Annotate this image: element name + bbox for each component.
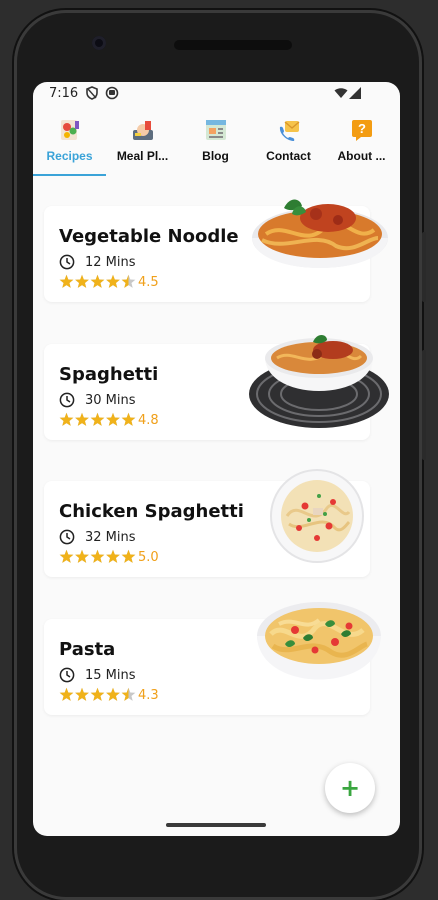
tab-about[interactable]: ? About ...	[325, 112, 398, 174]
volume-button	[422, 350, 426, 460]
recipe-title: Pasta	[59, 639, 116, 660]
recipe-time-text: 32 Mins	[85, 530, 136, 545]
star-filled-icon	[75, 412, 89, 426]
star-filled-icon	[106, 274, 120, 288]
top-tab-bar: Recipes Meal Pl... Blog Contact ? About …	[33, 112, 400, 174]
tab-contact-label: Contact	[266, 149, 311, 163]
recipe-time-text: 15 Mins	[85, 668, 136, 683]
meal-plan-icon	[131, 118, 155, 142]
star-rating	[59, 549, 136, 563]
star-filled-icon	[106, 687, 120, 701]
star-rating	[59, 274, 136, 288]
star-filled-icon	[90, 412, 105, 426]
clock-icon	[59, 529, 75, 545]
pasta-image	[257, 602, 381, 680]
tab-blog[interactable]: Blog	[179, 112, 252, 174]
tab-blog-label: Blog	[202, 149, 229, 163]
star-filled-icon	[90, 274, 105, 288]
star-filled-icon	[106, 412, 120, 426]
contact-icon	[277, 118, 301, 142]
earpiece-speaker	[174, 40, 292, 50]
vegetable-noodle-image	[252, 199, 388, 268]
star-filled-icon	[59, 412, 74, 426]
tab-recipes[interactable]: Recipes	[33, 112, 106, 174]
recipes-icon	[58, 118, 82, 142]
star-filled-icon	[121, 412, 136, 426]
rating-value: 5.0	[138, 550, 159, 565]
power-button	[422, 232, 426, 302]
add-recipe-fab[interactable]: +	[325, 763, 375, 813]
rating-value: 4.8	[138, 413, 159, 428]
recipe-title: Vegetable Noodle	[59, 226, 239, 247]
star-rating	[59, 412, 136, 426]
star-filled-icon	[90, 549, 105, 563]
star-filled-icon	[106, 549, 120, 563]
shield-icon	[86, 86, 98, 100]
rating-value: 4.5	[138, 275, 159, 290]
tab-recipes-label: Recipes	[46, 149, 93, 163]
status-time: 7:16	[49, 86, 79, 101]
recipe-title: Spaghetti	[59, 364, 159, 385]
rating-value: 4.3	[138, 688, 159, 703]
star-filled-icon	[75, 687, 89, 701]
star-filled-icon	[59, 687, 74, 701]
star-filled-icon	[75, 549, 89, 563]
star-rating	[59, 687, 136, 701]
active-tab-indicator	[33, 174, 106, 176]
recipe-time-text: 30 Mins	[85, 393, 136, 408]
about-icon: ?	[350, 118, 374, 142]
star-filled-icon	[59, 549, 74, 563]
tab-meal-plan-label: Meal Pl...	[116, 149, 169, 163]
sync-icon	[105, 86, 119, 100]
star-filled-icon	[75, 274, 89, 288]
spaghetti-image	[249, 335, 389, 428]
signal-icon	[349, 87, 361, 99]
clock-icon	[59, 392, 75, 408]
chicken-spaghetti-image	[270, 469, 364, 563]
tab-meal-plan[interactable]: Meal Pl...	[106, 112, 179, 174]
clock-icon	[59, 667, 75, 683]
clock-icon	[59, 254, 75, 270]
star-filled-icon	[121, 549, 136, 563]
blog-icon	[204, 118, 228, 142]
recipe-title: Chicken Spaghetti	[59, 501, 244, 522]
tab-about-label: About ...	[337, 149, 386, 163]
recipe-time-text: 12 Mins	[85, 255, 136, 270]
svg-text:?: ?	[358, 121, 366, 136]
gesture-navigation-bar[interactable]	[166, 823, 266, 827]
app-screen: 7:16 Recipes Meal Pl... Blog Contact ? A…	[33, 82, 400, 836]
wifi-icon	[334, 88, 348, 98]
tab-contact[interactable]: Contact	[252, 112, 325, 174]
front-camera	[92, 36, 106, 50]
star-filled-icon	[59, 274, 74, 288]
star-filled-icon	[90, 687, 105, 701]
status-bar: 7:16	[33, 82, 400, 106]
